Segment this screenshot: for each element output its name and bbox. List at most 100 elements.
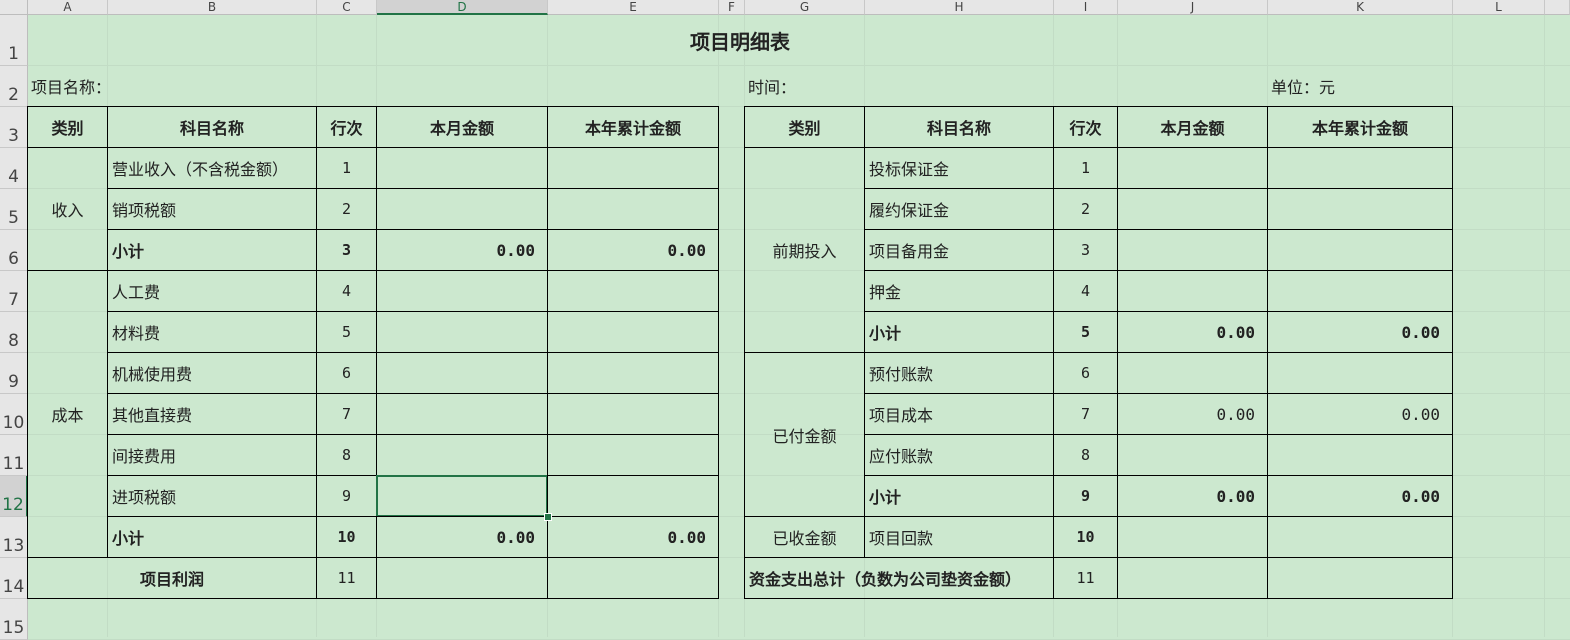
spreadsheet-grid[interactable]: A B C D E F G H I J K L 1 2 3 4 5 6 7 8 9 10 11 12 13 14 15 项目明细表 项目… — [0, 0, 1570, 640]
right-month-amount-cell[interactable]: 0.00 — [1117, 393, 1268, 435]
right-month-amount-cell[interactable] — [1117, 434, 1268, 476]
right-subject-cell[interactable]: 项目回款 — [864, 516, 1054, 558]
left-month-amount-cell[interactable] — [376, 188, 548, 230]
left-month-amount-cell[interactable] — [376, 270, 548, 312]
right-month-amount-cell[interactable] — [1117, 147, 1268, 189]
row-header-6[interactable]: 6 — [0, 230, 28, 271]
left-subject-cell[interactable]: 机械使用费 — [107, 352, 317, 394]
right-line-cell[interactable]: 1 — [1053, 147, 1118, 189]
row-header-7[interactable]: 7 — [0, 271, 28, 312]
right-header-ytd-amount[interactable]: 本年累计金额 — [1267, 106, 1453, 148]
left-line-cell[interactable]: 9 — [316, 475, 377, 517]
column-header-d[interactable]: D — [377, 0, 548, 15]
left-ytd-amount-cell[interactable] — [547, 311, 719, 353]
left-line-cell[interactable]: 5 — [316, 311, 377, 353]
left-profit-line[interactable]: 11 — [316, 557, 377, 599]
right-line-cell[interactable]: 5 — [1053, 311, 1118, 353]
row-header-1[interactable]: 1 — [0, 15, 28, 66]
select-all-corner[interactable] — [0, 0, 28, 15]
left-ytd-amount-cell[interactable]: 0.00 — [547, 516, 719, 558]
right-subject-cell[interactable]: 小计 — [864, 475, 1054, 517]
right-subject-cell[interactable]: 应付账款 — [864, 434, 1054, 476]
left-header-line[interactable]: 行次 — [316, 106, 377, 148]
column-header-h[interactable]: H — [865, 0, 1054, 15]
left-subject-cell[interactable]: 小计 — [107, 229, 317, 271]
left-month-amount-cell[interactable]: 0.00 — [376, 516, 548, 558]
right-month-amount-cell[interactable] — [1117, 270, 1268, 312]
left-ytd-amount-cell[interactable] — [547, 147, 719, 189]
row-header-3[interactable]: 3 — [0, 107, 28, 148]
right-group-paid[interactable]: 已付金额 — [744, 352, 865, 517]
right-month-amount-cell[interactable] — [1117, 352, 1268, 394]
left-header-subject[interactable]: 科目名称 — [107, 106, 317, 148]
right-ytd-amount-cell[interactable]: 0.00 — [1267, 393, 1453, 435]
left-line-cell[interactable]: 7 — [316, 393, 377, 435]
right-ytd-amount-cell[interactable] — [1267, 352, 1453, 394]
row-header-11[interactable]: 11 — [0, 435, 28, 476]
row-header-4[interactable]: 4 — [0, 148, 28, 189]
left-subject-cell[interactable]: 间接费用 — [107, 434, 317, 476]
right-line-cell[interactable]: 7 — [1053, 393, 1118, 435]
right-month-amount-cell[interactable]: 0.00 — [1117, 475, 1268, 517]
left-ytd-amount-cell[interactable] — [547, 270, 719, 312]
left-month-amount-cell[interactable]: 0.00 — [376, 229, 548, 271]
right-line-cell[interactable]: 3 — [1053, 229, 1118, 271]
left-group-cost[interactable]: 成本 — [27, 270, 108, 558]
column-header-g[interactable]: G — [745, 0, 865, 15]
left-line-cell[interactable]: 6 — [316, 352, 377, 394]
right-ytd-amount-cell[interactable] — [1267, 147, 1453, 189]
right-ytd-amount-cell[interactable] — [1267, 188, 1453, 230]
left-line-cell[interactable]: 1 — [316, 147, 377, 189]
right-subject-cell[interactable]: 小计 — [864, 311, 1054, 353]
right-subject-cell[interactable]: 押金 — [864, 270, 1054, 312]
right-line-cell[interactable]: 6 — [1053, 352, 1118, 394]
right-header-month-amount[interactable]: 本月金额 — [1117, 106, 1268, 148]
left-subject-cell[interactable]: 人工费 — [107, 270, 317, 312]
left-month-amount-cell[interactable] — [376, 147, 548, 189]
column-header-j[interactable]: J — [1118, 0, 1268, 15]
left-line-cell[interactable]: 2 — [316, 188, 377, 230]
right-total-label[interactable]: 资金支出总计（负数为公司垫资金额） — [744, 557, 1054, 599]
left-subject-cell[interactable]: 销项税额 — [107, 188, 317, 230]
right-line-cell[interactable]: 8 — [1053, 434, 1118, 476]
column-header-f[interactable]: F — [719, 0, 745, 15]
right-header-category[interactable]: 类别 — [744, 106, 865, 148]
right-ytd-amount-cell[interactable]: 0.00 — [1267, 475, 1453, 517]
left-group-income[interactable]: 收入 — [27, 147, 108, 271]
row-header-14[interactable]: 14 — [0, 558, 28, 599]
left-line-cell[interactable]: 10 — [316, 516, 377, 558]
left-profit-ytd-cell[interactable] — [547, 557, 719, 599]
right-ytd-amount-cell[interactable] — [1267, 434, 1453, 476]
right-line-cell[interactable]: 2 — [1053, 188, 1118, 230]
left-month-amount-cell[interactable] — [376, 475, 548, 517]
column-header-b[interactable]: B — [108, 0, 317, 15]
left-month-amount-cell[interactable] — [376, 393, 548, 435]
left-line-cell[interactable]: 4 — [316, 270, 377, 312]
left-subject-cell[interactable]: 营业收入（不含税金额） — [107, 147, 317, 189]
right-subject-cell[interactable]: 项目备用金 — [864, 229, 1054, 271]
column-header-c[interactable]: C — [317, 0, 377, 15]
right-group-pre-investment[interactable]: 前期投入 — [744, 147, 865, 353]
row-header-2[interactable]: 2 — [0, 66, 28, 107]
column-header-e[interactable]: E — [548, 0, 719, 15]
right-ytd-amount-cell[interactable] — [1267, 229, 1453, 271]
left-month-amount-cell[interactable] — [376, 434, 548, 476]
row-header-8[interactable]: 8 — [0, 312, 28, 353]
right-ytd-amount-cell[interactable] — [1267, 516, 1453, 558]
left-header-category[interactable]: 类别 — [27, 106, 108, 148]
right-month-amount-cell[interactable] — [1117, 188, 1268, 230]
left-ytd-amount-cell[interactable] — [547, 393, 719, 435]
right-month-amount-cell[interactable] — [1117, 229, 1268, 271]
left-ytd-amount-cell[interactable]: 0.00 — [547, 229, 719, 271]
left-ytd-amount-cell[interactable] — [547, 188, 719, 230]
left-header-month-amount[interactable]: 本月金额 — [376, 106, 548, 148]
left-subject-cell[interactable]: 小计 — [107, 516, 317, 558]
right-total-month-cell[interactable] — [1117, 557, 1268, 599]
right-total-line[interactable]: 11 — [1053, 557, 1118, 599]
right-line-cell[interactable]: 10 — [1053, 516, 1118, 558]
left-line-cell[interactable]: 3 — [316, 229, 377, 271]
right-subject-cell[interactable]: 项目成本 — [864, 393, 1054, 435]
column-header-l[interactable]: L — [1453, 0, 1545, 15]
column-header-i[interactable]: I — [1054, 0, 1118, 15]
column-header-a[interactable]: A — [28, 0, 108, 15]
